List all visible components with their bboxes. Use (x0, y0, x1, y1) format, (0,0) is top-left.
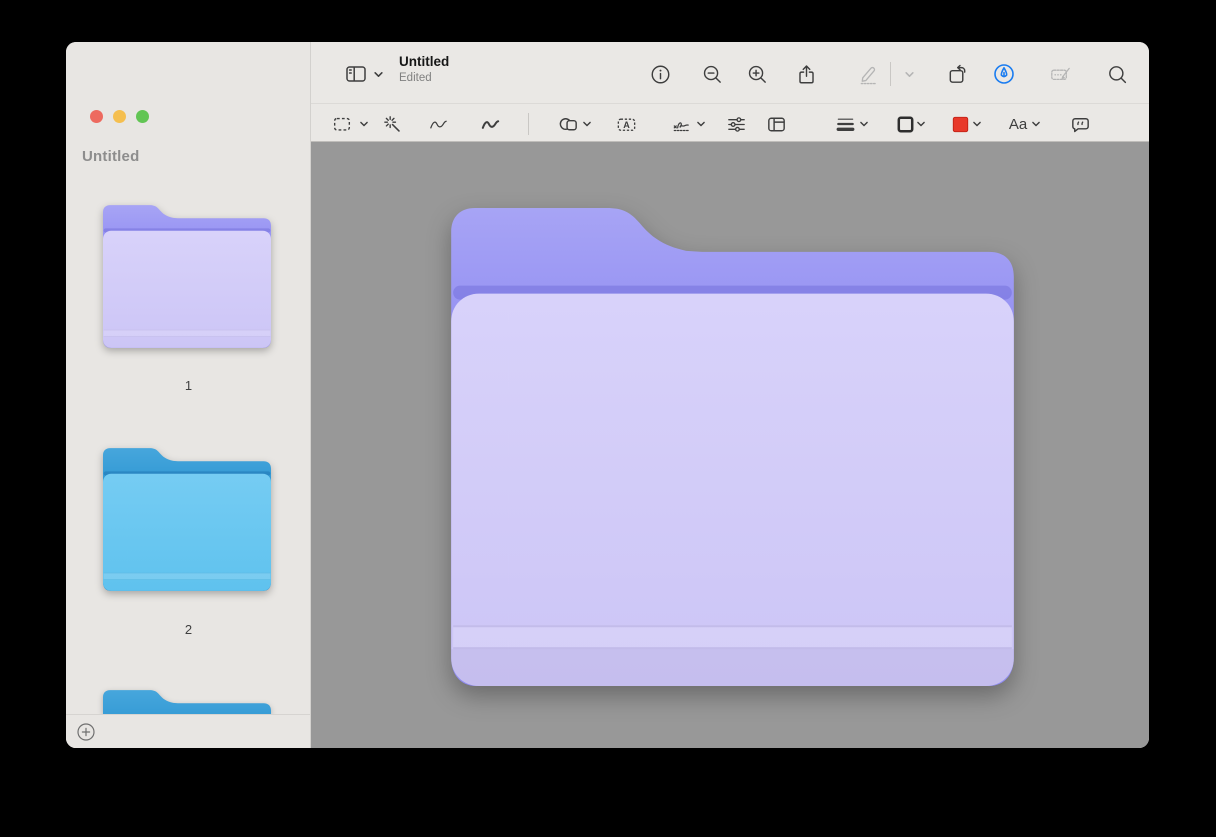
chevron-down-icon (858, 118, 870, 130)
purple-folder-thumbnail-image (103, 205, 271, 348)
fill-form-button[interactable] (1045, 58, 1077, 90)
text-box-letter: A (623, 120, 630, 130)
folder-image-page[interactable] (450, 208, 1015, 686)
info-icon (649, 63, 672, 86)
toolbar-separator (890, 62, 891, 86)
instant-alpha-button[interactable] (376, 108, 408, 140)
markup-toolbar-row: A (311, 103, 1149, 142)
blue-folder-thumbnail-image (103, 690, 271, 714)
add-page-button[interactable] (77, 723, 95, 741)
chevron-down-icon (971, 118, 983, 130)
zoom-window-button[interactable] (136, 110, 149, 123)
border-color-chevron-button[interactable] (914, 108, 928, 140)
crop-frame-icon (765, 113, 788, 136)
sketch-icon (427, 113, 450, 136)
chevron-down-icon (372, 68, 385, 81)
toolbar: Untitled Edited (311, 42, 1149, 142)
zoom-out-icon (701, 63, 724, 86)
sign-icon (670, 113, 693, 136)
sidebar: Untitled 1 2 (66, 42, 311, 748)
search-icon (1106, 63, 1129, 86)
rotate-left-button[interactable] (941, 58, 973, 90)
chevron-down-icon (695, 118, 707, 130)
text-box-button[interactable]: A (610, 108, 642, 140)
highlight-pencil-button[interactable] (852, 58, 884, 90)
highlight-options-button[interactable] (902, 58, 916, 90)
highlight-pencil-icon (857, 63, 880, 86)
page-number-label-1: 1 (66, 378, 311, 393)
adjust-color-button[interactable] (720, 108, 752, 140)
sign-button[interactable] (665, 108, 697, 140)
zoom-in-icon (746, 63, 769, 86)
instant-alpha-icon (381, 113, 403, 135)
selection-tool-button[interactable] (326, 108, 358, 140)
fill-color-icon (949, 113, 972, 136)
fill-color-chevron-button[interactable] (970, 108, 984, 140)
view-options-button[interactable] (371, 58, 385, 90)
crop-frame-button[interactable] (760, 108, 792, 140)
selection-tool-icon (331, 113, 353, 135)
minimize-window-button[interactable] (113, 110, 126, 123)
chevron-down-icon (581, 118, 593, 130)
markup-toolbar-toggle-button[interactable] (988, 58, 1020, 90)
sign-options-button[interactable] (694, 108, 708, 140)
share-icon (795, 63, 818, 86)
search-button[interactable] (1101, 58, 1133, 90)
close-window-button[interactable] (90, 110, 103, 123)
shapes-options-button[interactable] (580, 108, 594, 140)
window-title: Untitled (399, 54, 449, 71)
document-canvas[interactable] (311, 142, 1149, 748)
annotate-bubble-icon (1069, 113, 1092, 136)
blue-folder-thumbnail-image (103, 448, 271, 591)
sidebar-toggle-button[interactable] (340, 58, 372, 90)
plus-circle-icon (77, 723, 95, 741)
text-style-chevron-button[interactable] (1029, 108, 1043, 140)
adjust-color-icon (725, 113, 748, 136)
info-button[interactable] (644, 58, 676, 90)
text-box-icon: A (615, 113, 638, 136)
window-title-block: Untitled Edited (399, 54, 449, 85)
title-toolbar-row: Untitled Edited (311, 42, 1149, 103)
fill-form-icon (1049, 62, 1073, 86)
text-style-icon: Aa (1009, 116, 1027, 133)
toolbar-separator (528, 113, 529, 135)
annotate-bubble-button[interactable] (1064, 108, 1096, 140)
rotate-left-icon (946, 63, 969, 86)
purple-folder-image (450, 208, 1015, 686)
chevron-down-icon (358, 118, 370, 130)
sketch-button[interactable] (422, 108, 454, 140)
sidebar-bottom-bar (66, 714, 310, 748)
preview-window: Untitled 1 2 (66, 42, 1149, 748)
share-button[interactable] (790, 58, 822, 90)
selection-options-button[interactable] (357, 108, 371, 140)
window-subtitle: Edited (399, 71, 449, 85)
draw-icon (479, 113, 502, 136)
page-number-label-2: 2 (66, 622, 311, 637)
sidebar-toggle-icon (344, 62, 368, 86)
chevron-down-icon (1030, 118, 1042, 130)
shape-style-chevron-button[interactable] (857, 108, 871, 140)
sidebar-document-title: Untitled (82, 148, 139, 165)
page-thumbnail-1[interactable] (103, 205, 271, 348)
chevron-down-icon (915, 118, 927, 130)
draw-button[interactable] (474, 108, 506, 140)
page-thumbnail-2[interactable] (103, 448, 271, 591)
zoom-out-button[interactable] (696, 58, 728, 90)
markup-toolbar-toggle-icon (992, 62, 1016, 86)
shape-style-icon (834, 113, 857, 136)
zoom-in-button[interactable] (741, 58, 773, 90)
shapes-icon (557, 113, 580, 136)
page-thumbnail-3-partial[interactable] (103, 690, 271, 714)
chevron-down-icon (903, 68, 916, 81)
